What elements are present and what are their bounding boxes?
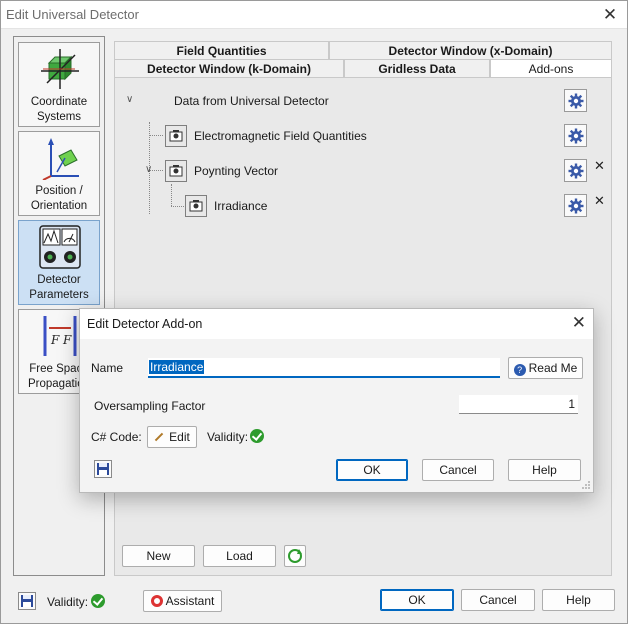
tree-item-irradiance[interactable]: Irradiance [185, 192, 267, 220]
edit-detector-addon-dialog: Edit Detector Add-on ✕ Name Irradiance ?… [79, 308, 594, 493]
tab-detector-window-x[interactable]: Detector Window (x-Domain) [329, 41, 612, 60]
tree-item-label: Electromagnetic Field Quantities [194, 129, 367, 143]
dialog-ok-button[interactable]: OK [336, 459, 408, 481]
dialog-validity-label: Validity: [207, 430, 249, 444]
tree-item-poynting[interactable]: Poynting Vector [165, 157, 278, 185]
nav-label: Position / Orientation [30, 185, 88, 212]
edit-universal-detector-window: Edit Universal Detector ✕ Coordinate Sys… [0, 0, 628, 624]
ok-button[interactable]: OK [380, 589, 454, 611]
svg-text:F: F [50, 333, 60, 347]
tab-gridless-data[interactable]: Gridless Data [344, 59, 490, 78]
tree-line [171, 184, 172, 206]
help-circle-icon: ? [513, 364, 526, 376]
tab-row-1: Field Quantities Detector Window (x-Doma… [114, 41, 612, 60]
cancel-button[interactable]: Cancel [461, 589, 535, 611]
read-me-label: Read Me [528, 361, 578, 375]
load-addon-button[interactable]: Load [203, 545, 276, 567]
em-field-settings-gear-icon[interactable] [564, 124, 587, 147]
validity-label: Validity: [47, 595, 89, 609]
tab-field-quantities[interactable]: Field Quantities [114, 41, 329, 60]
tree-item-label: Irradiance [214, 199, 268, 213]
title-bar: Edit Universal Detector ✕ [1, 1, 627, 29]
detector-parameters-icon [39, 225, 81, 269]
nav-position-orientation[interactable]: Position / Orientation [18, 131, 100, 216]
dialog-cancel-button[interactable]: Cancel [422, 459, 494, 481]
dialog-validity-check-icon [250, 429, 264, 443]
edit-label: Edit [169, 430, 190, 444]
coordinate-systems-icon [41, 49, 79, 89]
tab-detector-window-k[interactable]: Detector Window (k-Domain) [114, 59, 344, 78]
name-label: Name [91, 361, 124, 375]
gear-icon [568, 198, 583, 213]
resize-grip-icon[interactable] [581, 480, 591, 490]
bottom-bar: Validity: Assistant OK Cancel Help [1, 583, 627, 623]
detector-addon-icon [165, 125, 187, 147]
edit-code-button[interactable]: Edit [147, 426, 197, 448]
code-label: C# Code: [91, 430, 142, 444]
tree-root[interactable]: Data from Universal Detector [167, 87, 329, 115]
tree-root-label: Data from Universal Detector [174, 94, 329, 108]
tree-line [171, 206, 184, 207]
tab-row-2: Detector Window (k-Domain) Gridless Data… [114, 59, 612, 78]
read-me-button[interactable]: ? Read Me [508, 357, 583, 379]
dialog-title: Edit Detector Add-on [87, 317, 203, 331]
category-nav: Coordinate Systems Position / Orientatio… [13, 36, 105, 576]
nav-detector-parameters[interactable]: Detector Parameters [18, 220, 100, 305]
name-input-value: Irradiance [149, 360, 205, 374]
assistant-button[interactable]: Assistant [143, 590, 222, 612]
dialog-save-icon[interactable] [94, 460, 112, 478]
chevron-down-icon[interactable]: ∨ [145, 164, 152, 175]
gear-icon [568, 93, 583, 108]
position-orientation-icon [42, 138, 79, 180]
assistant-label: Assistant [165, 594, 215, 608]
oversampling-input[interactable]: 1 [459, 395, 578, 414]
lifebuoy-icon [150, 595, 163, 607]
new-addon-button[interactable]: New [122, 545, 195, 567]
tree-item-em-field[interactable]: Electromagnetic Field Quantities [165, 122, 367, 150]
detector-addon-icon [185, 195, 207, 217]
name-input[interactable]: Irradiance [148, 358, 500, 378]
gear-icon [568, 128, 583, 143]
tree-line [149, 135, 163, 136]
svg-text:F: F [62, 333, 72, 347]
remove-irradiance-icon[interactable]: ✕ [594, 193, 605, 209]
oversampling-label: Oversampling Factor [94, 399, 206, 413]
window-title: Edit Universal Detector [6, 7, 139, 22]
remove-poynting-icon[interactable]: ✕ [594, 158, 605, 174]
refresh-addon-icon[interactable] [284, 545, 306, 567]
tree-item-label: Poynting Vector [194, 164, 279, 178]
validity-check-icon [91, 594, 105, 608]
chevron-down-icon[interactable]: ∨ [126, 94, 133, 105]
tab-add-ons[interactable]: Add-ons [490, 59, 612, 78]
nav-label: Coordinate Systems [30, 96, 88, 123]
nav-coordinate-systems[interactable]: Coordinate Systems [18, 42, 100, 127]
dialog-close-icon[interactable]: ✕ [572, 313, 586, 333]
free-space-propagation-icon: F F [43, 316, 77, 356]
window-close-icon[interactable]: ✕ [599, 4, 621, 26]
gear-icon [568, 163, 583, 178]
save-icon[interactable] [18, 592, 36, 610]
irradiance-settings-gear-icon[interactable] [564, 194, 587, 217]
poynting-settings-gear-icon[interactable] [564, 159, 587, 182]
root-settings-gear-icon[interactable] [564, 89, 587, 112]
dialog-help-button[interactable]: Help [508, 459, 581, 481]
detector-addon-icon [165, 160, 187, 182]
dialog-title-bar: Edit Detector Add-on ✕ [80, 309, 593, 339]
help-button[interactable]: Help [542, 589, 615, 611]
pencil-icon [154, 432, 164, 442]
nav-label: Detector Parameters [29, 274, 89, 301]
